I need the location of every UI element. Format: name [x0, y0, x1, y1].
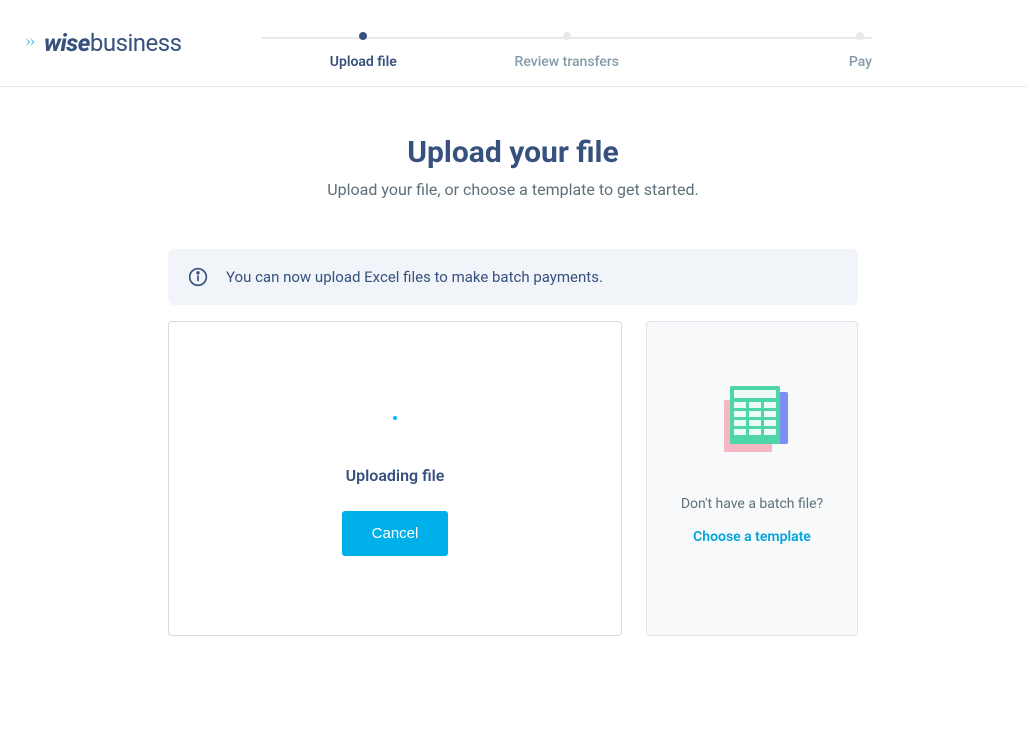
spreadsheet-icon: [712, 382, 792, 466]
logo-business-text: business: [90, 29, 182, 57]
header: wisebusiness Upload file Review transfer…: [0, 0, 1026, 87]
stepper: Upload file Review transfers Pay: [262, 16, 872, 70]
step-label: Pay: [669, 54, 872, 70]
upload-status: Uploading file: [346, 466, 445, 485]
upload-card: Uploading file Cancel: [168, 321, 622, 636]
step-dot-icon: [856, 32, 864, 40]
logo[interactable]: wisebusiness: [24, 29, 182, 57]
cards-row: Uploading file Cancel: [168, 321, 858, 636]
main-content: Upload your file Upload your file, or ch…: [168, 135, 858, 636]
logo-wise-text: wise: [44, 29, 90, 57]
info-text: You can now upload Excel files to make b…: [226, 268, 603, 286]
template-card: Don't have a batch file? Choose a templa…: [646, 321, 858, 636]
step-label: Review transfers: [465, 54, 668, 70]
step-upload-file[interactable]: Upload file: [262, 32, 465, 70]
step-review-transfers[interactable]: Review transfers: [465, 32, 668, 70]
cancel-button[interactable]: Cancel: [342, 511, 449, 556]
template-prompt: Don't have a batch file?: [681, 494, 823, 515]
step-label: Upload file: [262, 54, 465, 70]
step-pay[interactable]: Pay: [669, 32, 872, 70]
page-title: Upload your file: [168, 135, 858, 170]
spinner-icon: [379, 402, 411, 434]
page-subtitle: Upload your file, or choose a template t…: [168, 180, 858, 199]
info-banner: You can now upload Excel files to make b…: [168, 249, 858, 305]
logo-arrows-icon: [24, 29, 42, 57]
info-icon: [188, 267, 208, 287]
choose-template-link[interactable]: Choose a template: [693, 529, 811, 545]
step-dot-icon: [359, 32, 367, 40]
step-dot-icon: [563, 32, 571, 40]
